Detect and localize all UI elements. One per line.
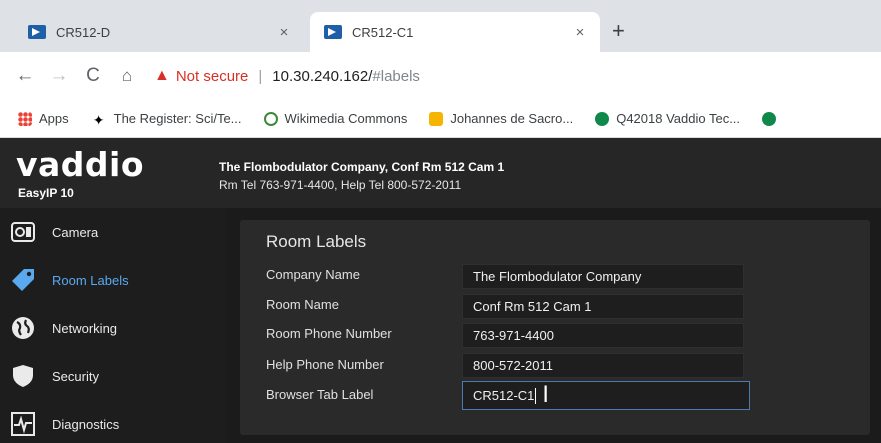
sidebar-item-label: Diagnostics <box>52 416 120 432</box>
vaddio-logo: vaddio <box>16 145 145 184</box>
bookmark-apps[interactable]: Apps <box>18 111 69 126</box>
wikimedia-icon <box>263 111 278 126</box>
browser-tab-label-label: Browser Tab Label <box>266 387 374 402</box>
pulse-icon <box>10 411 36 437</box>
vaddio-favicon-icon <box>324 25 342 39</box>
address-bar[interactable]: ▲ Not secure | 10.30.240.162/#labels <box>154 60 420 92</box>
not-secure-label[interactable]: Not secure <box>176 68 249 85</box>
new-tab-icon[interactable]: + <box>612 18 625 44</box>
tab-title: CR512-D <box>56 24 111 40</box>
bookmark-label: Apps <box>39 111 69 126</box>
vaddio-app: vaddio EasyIP 10 The Flombodulator Compa… <box>0 138 881 443</box>
browser-tab-cr512-c1[interactable]: CR512-C1 × <box>310 12 600 52</box>
browser-tab-label-field[interactable]: CR512-C1 I <box>462 381 750 410</box>
vaddio-favicon-icon <box>28 25 46 39</box>
sidebar-item-diagnostics[interactable]: Diagnostics <box>0 400 225 443</box>
sidebar-item-label: Networking <box>52 320 118 336</box>
bookmark-icon <box>429 111 444 126</box>
bookmark-label: Wikimedia Commons <box>284 111 408 126</box>
field-value: CR512-C1 <box>473 388 535 403</box>
bookmark-johannes-de-sacro[interactable]: Johannes de Sacro... <box>429 111 573 126</box>
room-labels-panel: Room Labels Company Name The Flombodulat… <box>240 220 870 435</box>
text-cursor-icon: I <box>542 382 549 408</box>
sidebar-item-label: Security <box>52 368 99 384</box>
sidebar-item-camera[interactable]: Camera <box>0 208 225 256</box>
field-value: 800-572-2011 <box>473 358 553 373</box>
tab-close-icon[interactable]: × <box>568 24 592 41</box>
panel-title: Room Labels <box>266 232 367 251</box>
reload-icon[interactable]: C <box>80 65 106 87</box>
bookmark-label: The Register: Sci/Te... <box>113 111 242 126</box>
sharepoint-icon <box>762 111 777 126</box>
text-caret <box>535 387 537 404</box>
url-hash: #labels <box>372 67 420 85</box>
company-name-field[interactable]: The Flombodulator Company <box>462 264 744 289</box>
browser-tab-strip: CR512-D × CR512-C1 × + <box>0 0 881 52</box>
bookmark-label: Q42018 Vaddio Tec... <box>616 111 741 126</box>
sidebar-item-security[interactable]: Security <box>0 352 225 400</box>
tab-close-icon[interactable]: × <box>272 24 296 41</box>
room-phone-number-field[interactable]: 763-971-4400 <box>462 323 744 348</box>
field-value: The Flombodulator Company <box>473 269 642 284</box>
browser-tab-cr512-d[interactable]: CR512-D × <box>14 12 304 52</box>
tag-icon <box>10 267 36 293</box>
bookmark-wikimedia-commons[interactable]: Wikimedia Commons <box>263 111 408 126</box>
header-phone-info: Rm Tel 763-971-4400, Help Tel 800-572-20… <box>219 178 462 192</box>
register-icon: ✦ <box>92 111 105 128</box>
company-name-label: Company Name <box>266 267 360 282</box>
warning-icon[interactable]: ▲ <box>154 67 170 85</box>
camera-icon <box>10 219 36 245</box>
sidebar-item-networking[interactable]: Networking <box>0 304 225 352</box>
app-header: vaddio EasyIP 10 The Flombodulator Compa… <box>0 138 881 208</box>
forward-icon[interactable]: → <box>46 65 72 87</box>
field-value: Conf Rm 512 Cam 1 <box>473 299 592 314</box>
shield-icon <box>10 363 36 389</box>
help-phone-number-label: Help Phone Number <box>266 357 384 372</box>
bookmark-the-register[interactable]: ✦ The Register: Sci/Te... <box>91 111 242 128</box>
bookmark-overflow[interactable] <box>762 111 783 126</box>
url-host: 10.30.240.162/ <box>272 67 373 85</box>
room-name-field[interactable]: Conf Rm 512 Cam 1 <box>462 294 744 319</box>
tab-title: CR512-C1 <box>352 24 414 40</box>
sidebar-item-room-labels[interactable]: Room Labels <box>0 256 225 304</box>
apps-grid-icon <box>18 111 32 126</box>
bookmarks-bar: Apps ✦ The Register: Sci/Te... Wikimedia… <box>0 100 881 138</box>
room-phone-number-label: Room Phone Number <box>266 326 392 341</box>
sidebar-item-label: Room Labels <box>52 272 129 288</box>
sidebar-item-label: Camera <box>52 224 99 240</box>
header-room-info: The Flombodulator Company, Conf Rm 512 C… <box>219 160 505 174</box>
bookmark-label: Johannes de Sacro... <box>450 111 574 126</box>
address-separator: | <box>258 67 263 85</box>
bookmark-q42018-vaddio[interactable]: Q42018 Vaddio Tec... <box>595 111 740 126</box>
sharepoint-icon <box>595 111 610 126</box>
globe-icon <box>10 315 36 341</box>
back-icon[interactable]: ← <box>12 65 38 87</box>
field-value: 763-971-4400 <box>473 328 554 343</box>
home-icon[interactable]: ⌂ <box>114 66 140 86</box>
browser-toolbar: ← → C ⌂ ▲ Not secure | 10.30.240.162/#la… <box>0 52 881 100</box>
sidebar: Camera Room Labels Networking Security D… <box>0 208 225 443</box>
device-model: EasyIP 10 <box>18 186 74 200</box>
help-phone-number-field[interactable]: 800-572-2011 <box>462 353 744 378</box>
room-name-label: Room Name <box>266 297 339 312</box>
